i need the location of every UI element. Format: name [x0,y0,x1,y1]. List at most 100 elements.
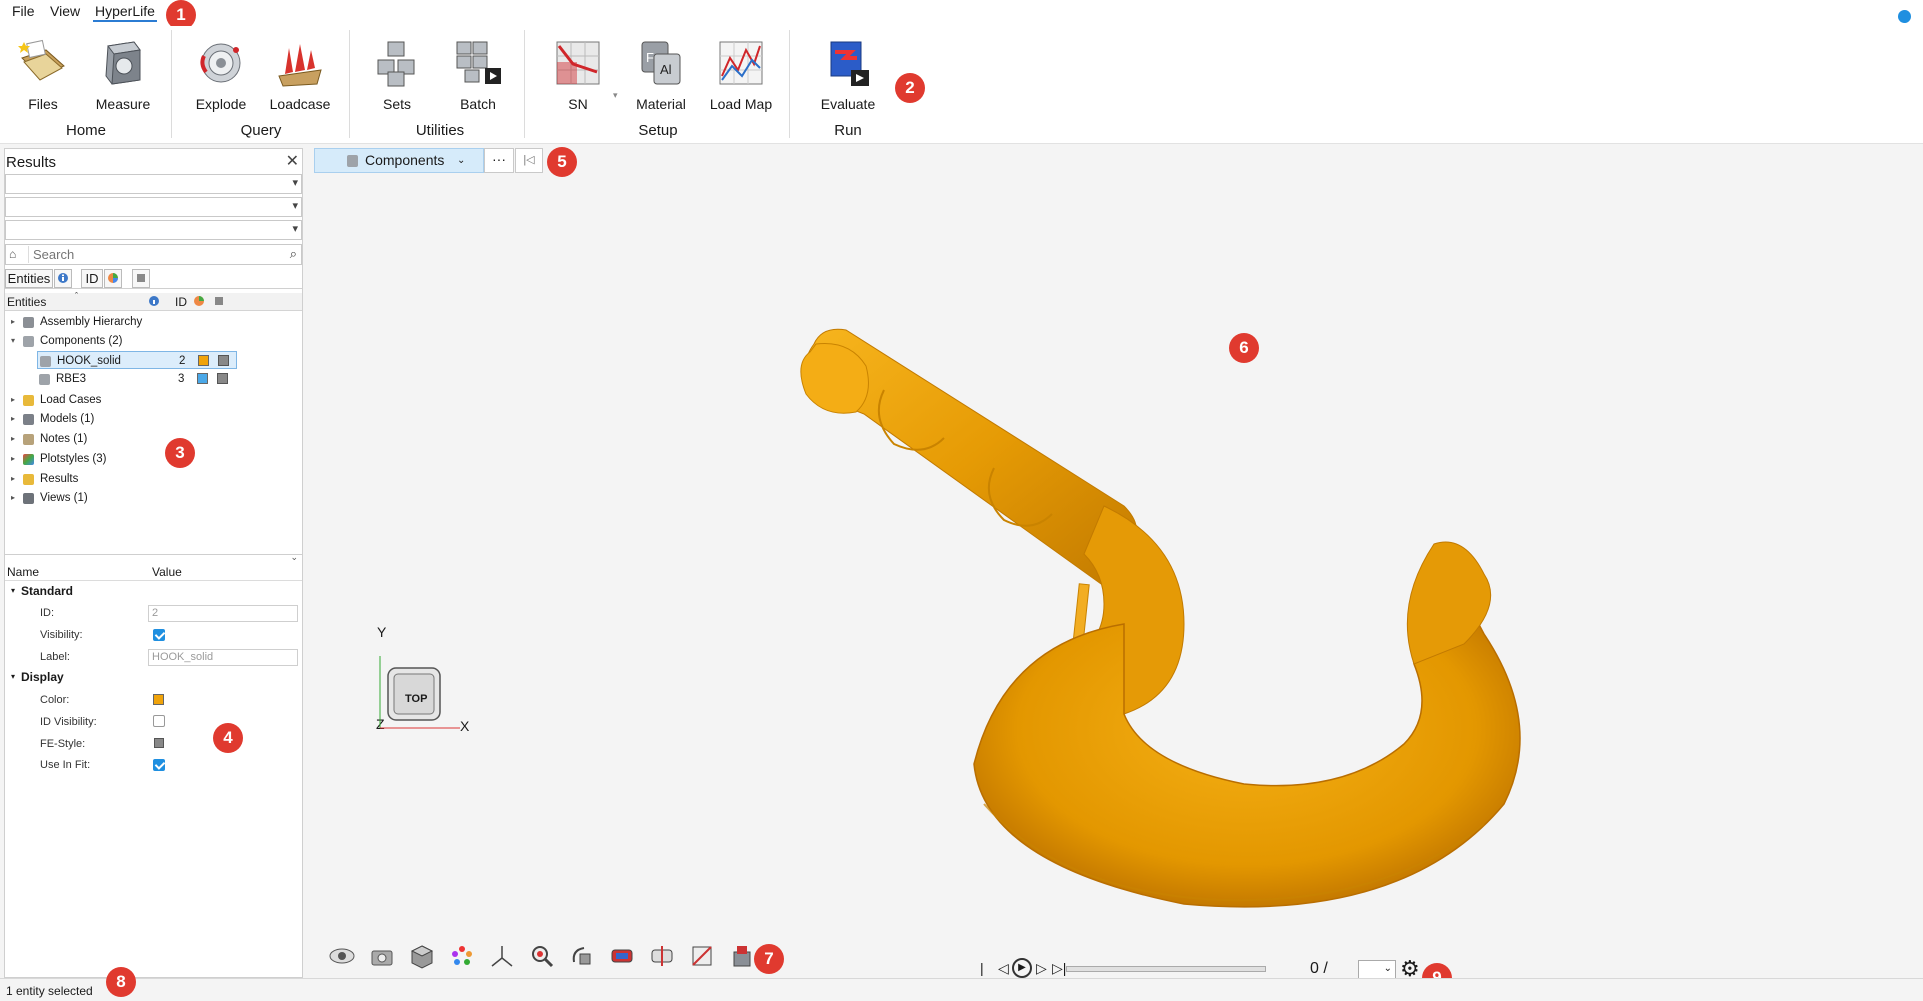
last-frame-icon[interactable]: ▷| [1052,960,1066,977]
eye-icon[interactable] [328,942,356,970]
batch-button[interactable]: Batch [443,36,513,112]
color-swatch[interactable] [197,373,208,384]
collapse-panel-icon[interactable]: ⌄ [290,552,298,563]
note-icon [23,434,34,445]
panel-splitter[interactable] [5,554,302,562]
prev-frame-icon[interactable]: ◁ [998,960,1009,977]
use-in-fit-checkbox[interactable] [153,759,165,771]
tree-header-color-icon[interactable] [193,295,205,310]
fe-style-icon[interactable] [154,738,164,748]
tree-item-plotstyles[interactable]: ▸ Plotstyles (3) [5,450,302,468]
measure-button[interactable]: Measure [88,36,158,112]
color-swatch[interactable] [153,694,164,705]
fe-style-icon[interactable] [217,373,228,384]
sn-button[interactable]: SN [543,36,613,112]
box-select-icon[interactable] [728,942,756,970]
frame-step-dropdown[interactable]: ⌄ [1358,960,1396,980]
load-map-icon [714,36,768,90]
tree-item-notes[interactable]: ▸ Notes (1) [5,430,302,448]
files-label: Files [28,96,58,112]
folder-icon [23,474,34,485]
filter-id[interactable]: ID [81,269,103,288]
section-display: Display [21,670,64,684]
help-icon[interactable] [1898,10,1911,23]
expand-icon[interactable]: ▸ [11,430,15,448]
evaluate-button[interactable]: Evaluate [813,36,883,112]
sets-button[interactable]: Sets [362,36,432,112]
play-icon[interactable]: ▶ [1012,958,1032,978]
color-palette-icon[interactable] [448,942,476,970]
material-button[interactable]: Fe Al Material [626,36,696,112]
home-icon[interactable]: ⌂ [9,247,16,261]
expand-icon[interactable]: ▸ [11,470,15,488]
fe-style-icon[interactable] [218,355,229,366]
filter-color-icon[interactable] [104,269,122,288]
camera-icon[interactable] [368,942,396,970]
section-cut-icon[interactable] [648,942,676,970]
prop-id-value[interactable]: 2 [148,605,298,622]
more-button[interactable]: ··· [484,148,514,173]
assembly-icon [23,317,34,328]
expand-icon[interactable]: ▸ [11,410,15,428]
tree-item-models[interactable]: ▸ Models (1) [5,410,302,428]
close-icon[interactable]: ✕ [286,151,299,171]
zoom-icon[interactable] [528,942,556,970]
explode-button[interactable]: Explode [186,36,256,112]
axis-icon[interactable] [488,942,516,970]
tree-header-entities[interactable]: Entities [7,295,46,309]
rotate-icon[interactable] [568,942,596,970]
tree-item-hook-solid[interactable]: HOOK_solid 2 [37,351,237,369]
model-view-icon[interactable] [608,942,636,970]
result-dropdown-3[interactable]: ▾ [5,220,302,240]
menu-hyperlife[interactable]: HyperLife [93,3,157,22]
callout-4: 4 [213,723,243,753]
callout-3: 3 [165,438,195,468]
result-dropdown-2[interactable]: ▾ [5,197,302,217]
tree-item-results[interactable]: ▸ Results [5,470,302,488]
search-icon[interactable]: ⌕ [290,246,297,262]
first-icon[interactable]: |◁ [515,148,543,173]
menu-view[interactable]: View [48,3,82,19]
measure-tool-icon[interactable] [688,942,716,970]
tree-item-rbe3[interactable]: RBE3 3 [37,370,237,388]
tree-item-components[interactable]: ▾ Components (2) [5,332,302,350]
expand-icon[interactable]: ▸ [11,391,15,409]
tree-item-views[interactable]: ▸ Views (1) [5,489,302,507]
graphics-viewport[interactable]: Components ⌄ ··· |◁ Y X TOP | ◁ ▶ ▷ ▷| 0… [304,144,1923,995]
tree-item-assembly-hierarchy[interactable]: ▸ Assembly Hierarchy [5,313,302,331]
sn-dropdown-icon[interactable]: ▾ [613,90,618,101]
loadcase-button[interactable]: Loadcase [265,36,335,112]
collapse-icon[interactable]: ▾ [11,672,15,681]
cube-icon[interactable] [408,942,436,970]
search-input[interactable] [28,246,278,263]
filter-entities[interactable]: Entities [5,269,53,288]
tree-header-info-icon[interactable] [148,295,160,310]
components-selector[interactable]: Components ⌄ [314,148,484,173]
tree-header-style-icon[interactable] [213,295,225,310]
tree-item-load-cases[interactable]: ▸ Load Cases [5,391,302,409]
expand-icon[interactable]: ▸ [11,450,15,468]
load-map-button[interactable]: Load Map [706,36,776,112]
filter-info-icon[interactable] [54,269,72,288]
id-visibility-checkbox[interactable] [153,715,165,727]
hook-model[interactable] [584,244,1684,924]
expand-icon[interactable]: ▸ [11,313,15,331]
menu-file[interactable]: File [10,3,37,19]
visibility-checkbox[interactable] [153,629,165,641]
collapse-icon[interactable]: ▾ [11,332,15,350]
explode-label: Explode [195,96,247,112]
files-button[interactable]: Files [8,36,78,112]
collapse-icon[interactable]: ▾ [11,586,15,595]
animation-slider[interactable] [1066,966,1266,972]
tree-header-id[interactable]: ID [175,295,187,309]
status-bar: 1 entity selected [0,978,1923,1001]
expand-icon[interactable]: ▸ [11,489,15,507]
color-swatch[interactable] [198,355,209,366]
filter-style-icon[interactable] [132,269,150,288]
next-frame-icon[interactable]: ▷ [1036,960,1047,977]
view-cube[interactable]: Y Z X TOP [304,624,469,734]
prop-label-value[interactable]: HOOK_solid [148,649,298,666]
result-dropdown-1[interactable]: ▾ [5,174,302,194]
view-cube-face-label[interactable]: TOP [405,693,427,705]
tree-item-label: RBE3 [56,373,87,385]
